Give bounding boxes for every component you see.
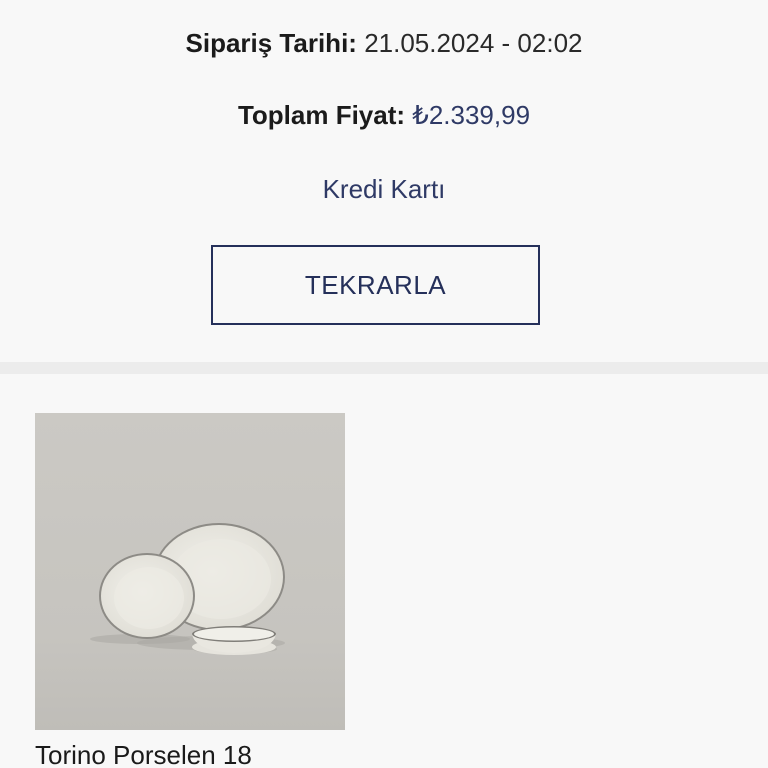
order-summary: Sipariş Tarihi: 21.05.2024 - 02:02 Topla… bbox=[0, 0, 768, 362]
order-date-value: 21.05.2024 - 02:02 bbox=[364, 28, 583, 58]
order-detail-page: Sipariş Tarihi: 21.05.2024 - 02:02 Topla… bbox=[0, 0, 768, 768]
porcelain-plates-image[interactable] bbox=[35, 413, 345, 730]
order-total-value: ₺2.339,99 bbox=[412, 100, 531, 130]
order-total-row: Toplam Fiyat: ₺2.339,99 bbox=[0, 99, 768, 131]
order-total-label: Toplam Fiyat: bbox=[237, 100, 406, 130]
order-date-row: Sipariş Tarihi: 21.05.2024 - 02:02 bbox=[0, 27, 768, 59]
order-date-label: Sipariş Tarihi: bbox=[185, 28, 357, 58]
section-divider bbox=[0, 362, 768, 374]
product-card[interactable]: Torino Porselen 18 bbox=[35, 413, 345, 768]
repeat-order-button[interactable]: TEKRARLA bbox=[211, 245, 540, 325]
payment-method: Kredi Kartı bbox=[322, 174, 446, 204]
product-name[interactable]: Torino Porselen 18 bbox=[35, 739, 455, 768]
